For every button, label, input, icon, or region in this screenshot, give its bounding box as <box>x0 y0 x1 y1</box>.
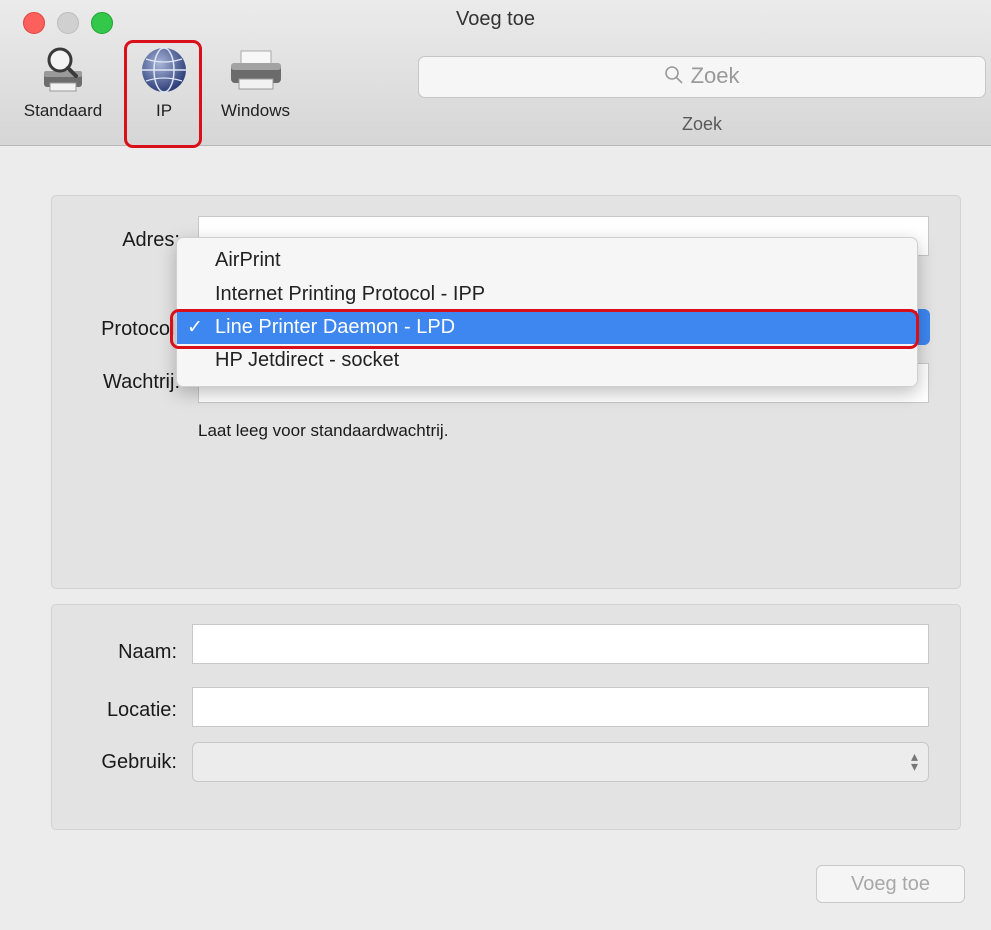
toolbar-item-label: Standaard <box>23 101 103 120</box>
window-title: Voeg toe <box>456 8 535 30</box>
protocol-label: Protocol: <box>101 318 180 340</box>
use-select[interactable]: ▴ ▾ <box>192 742 929 782</box>
add-button[interactable]: Voeg toe <box>816 865 965 903</box>
search-placeholder: Zoek <box>690 63 740 88</box>
queue-hint: Laat leeg voor standaardwachtrij. <box>198 421 449 440</box>
printer-icon <box>230 50 281 90</box>
name-label: Naam: <box>118 641 177 663</box>
menu-item-ipp[interactable]: Internet Printing Protocol - IPP <box>177 278 917 311</box>
lpd-highlight-callout <box>170 309 919 349</box>
name-field[interactable] <box>192 624 929 664</box>
magnifier-printer-icon <box>44 47 82 92</box>
toolbar-item-standaard[interactable]: Standaard <box>8 45 118 121</box>
toolbar-item-windows[interactable]: Windows <box>208 45 303 121</box>
search-label: Zoek <box>681 114 723 134</box>
stepper-icon: ▴ ▾ <box>910 748 918 774</box>
address-label: Adres: <box>122 229 180 251</box>
toolbar: Voeg toe Standaard IP Windows Zoek Zoek <box>0 0 991 148</box>
use-label: Gebruik: <box>101 751 177 773</box>
search-field[interactable]: Zoek <box>418 56 986 98</box>
location-label: Locatie: <box>106 699 177 721</box>
menu-item-airprint[interactable]: AirPrint <box>177 244 917 277</box>
ip-highlight-callout <box>124 40 202 148</box>
search-icon <box>665 66 684 84</box>
add-printer-window: Voeg toe Standaard IP Windows Zoek Zoek … <box>0 0 991 930</box>
queue-label: Wachtrij: <box>102 371 180 393</box>
toolbar-item-label: Windows <box>221 101 290 120</box>
location-field[interactable] <box>192 687 929 727</box>
